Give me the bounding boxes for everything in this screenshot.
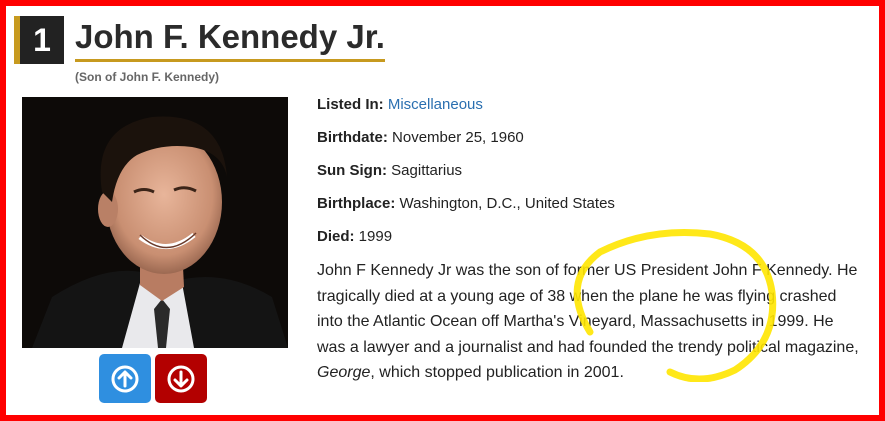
bio-text-part-1: John F Kennedy Jr was the son of former … (317, 262, 859, 356)
rank-number: 1 (33, 21, 51, 58)
died-row: Died: 1999 (317, 226, 867, 259)
birthdate-label: Birthdate: (317, 129, 388, 146)
birthplace-label: Birthplace: (317, 195, 396, 212)
upvote-button[interactable] (99, 354, 151, 403)
person-subtitle: (Son of John F. Kennedy) (75, 70, 219, 84)
birthdate-value: November 25, 1960 (392, 129, 524, 146)
died-label: Died: (317, 228, 355, 245)
listed-in-row: Listed In: Miscellaneous (317, 94, 867, 127)
birthdate-row: Birthdate: November 25, 1960 (317, 127, 867, 160)
downvote-button[interactable] (155, 354, 207, 403)
listed-in-label: Listed In: (317, 96, 384, 113)
person-photo[interactable] (22, 97, 288, 348)
person-name-heading[interactable]: John F. Kennedy Jr. (75, 16, 385, 62)
person-details: Listed In: Miscellaneous Birthdate: Nove… (317, 94, 867, 386)
arrow-up-circle-icon (111, 365, 139, 392)
died-value: 1999 (358, 228, 393, 245)
sun-sign-value: Sagittarius (391, 162, 463, 179)
magazine-name: George (317, 364, 371, 381)
sun-sign-row: Sun Sign: Sagittarius (317, 160, 867, 193)
birthplace-value: Washington, D.C., United States (399, 195, 615, 212)
birthplace-row: Birthplace: Washington, D.C., United Sta… (317, 193, 867, 226)
listed-in-link[interactable]: Miscellaneous (388, 96, 483, 113)
rank-badge: 1 (14, 16, 64, 64)
sun-sign-label: Sun Sign: (317, 162, 387, 179)
portrait-image (22, 97, 288, 348)
arrow-down-circle-icon (167, 365, 195, 392)
bio-text-part-2: , which stopped publication in 2001. (370, 364, 624, 381)
biography-text: John F Kennedy Jr was the son of former … (317, 258, 865, 386)
